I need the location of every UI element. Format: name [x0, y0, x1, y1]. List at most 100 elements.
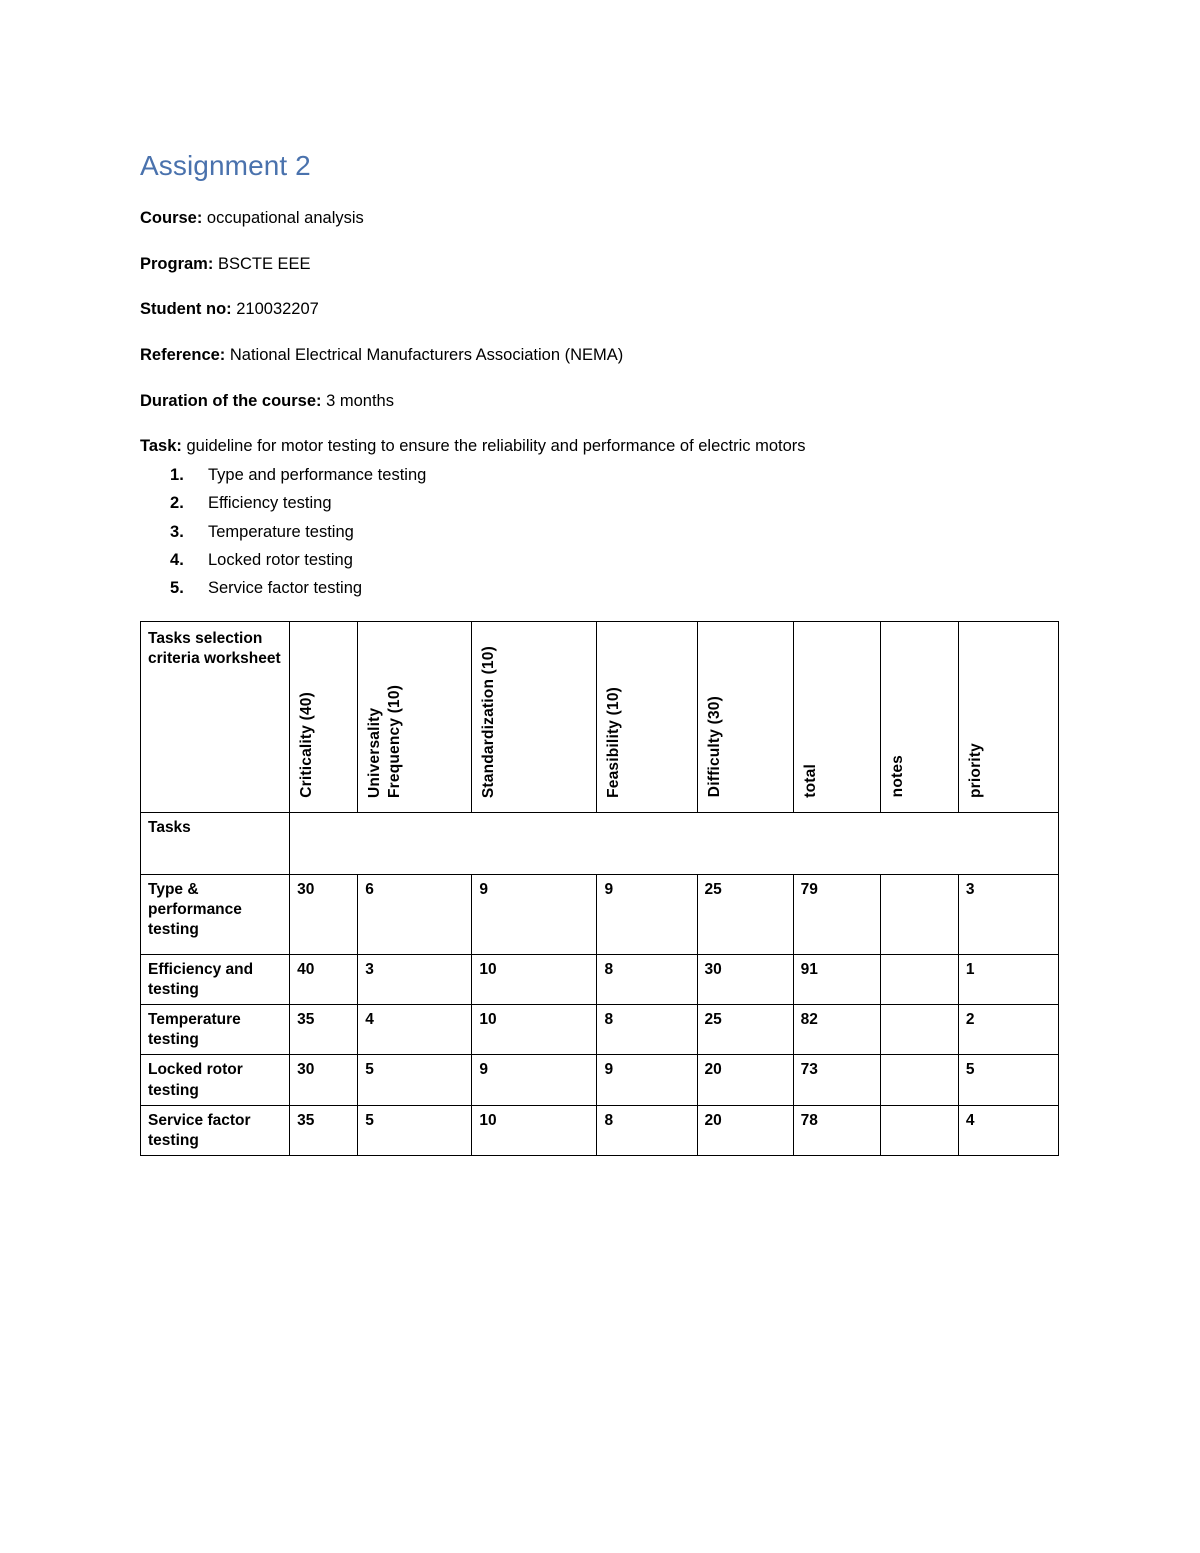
cell-universality: 5	[357, 1104, 473, 1156]
cell-notes	[879, 873, 959, 955]
cell-priority: 3	[957, 873, 1060, 955]
document-body: Assignment 2 Course: occupational analys…	[139, 150, 1060, 1156]
header-label-total: total	[801, 763, 819, 798]
cell-priority: 1	[957, 953, 1060, 1006]
header-label-standardization: Standardization (10)	[480, 645, 498, 798]
header-cell-total: total	[792, 620, 881, 813]
meta-value-duration: 3 months	[321, 391, 394, 410]
meta-label-program: Program:	[140, 254, 214, 273]
table-header-row: Tasks selection criteria worksheet Criti…	[139, 620, 1060, 813]
cell-priority: 4	[957, 1104, 1060, 1156]
cell-priority: 2	[957, 1004, 1060, 1056]
cell-total: 82	[792, 1004, 881, 1056]
cell-priority: 5	[957, 1054, 1060, 1106]
list-item: Efficiency testing	[170, 489, 332, 518]
meta-line-duration: Duration of the course: 3 months	[140, 391, 1060, 412]
list-item: Temperature testing	[170, 518, 354, 547]
meta-label-course: Course:	[140, 209, 203, 228]
cell-task-name: Temperature testing	[139, 1004, 291, 1056]
cell-difficulty: 25	[696, 1004, 794, 1056]
cell-universality: 3	[357, 953, 473, 1006]
header-cell-difficulty: Difficulty (30)	[696, 620, 794, 813]
meta-line-student-no: Student no: 210032207	[140, 299, 1060, 320]
header-cell-corner: Tasks selection criteria worksheet	[139, 620, 291, 813]
cell-criticality: 30	[289, 873, 359, 955]
table-row-tasks-divider: Tasks	[139, 811, 1059, 875]
cell-criticality: 40	[289, 953, 359, 1006]
cell-task-name: Type & performance testing	[139, 873, 291, 955]
cell-total: 79	[792, 873, 881, 955]
meta-line-course: Course: occupational analysis	[140, 208, 1060, 229]
meta-value-program: BSCTE EEE	[213, 254, 311, 273]
list-item: Type and performance testing	[170, 461, 427, 490]
cell-criticality: 35	[289, 1004, 359, 1056]
header-cell-criticality: Criticality (40)	[289, 620, 359, 813]
table-row: Service factor testing 35 5 10 8 20 78 4	[139, 1104, 1060, 1156]
table-row: Type & performance testing 30 6 9 9 25 7…	[139, 873, 1060, 955]
cell-criticality: 35	[289, 1104, 359, 1156]
tasks-selection-criteria-table: Tasks selection criteria worksheet Criti…	[139, 620, 1060, 1156]
tasks-divider-empty	[289, 811, 1059, 875]
header-cell-notes: notes	[879, 620, 959, 813]
header-label-criticality: Criticality (40)	[298, 691, 316, 798]
cell-feasibility: 9	[596, 873, 698, 955]
cell-difficulty: 25	[696, 873, 794, 955]
header-label-priority: priority	[966, 742, 984, 798]
tasks-divider-label: Tasks	[139, 811, 291, 875]
meta-line-reference: Reference: National Electrical Manufactu…	[140, 345, 1060, 366]
cell-difficulty: 20	[696, 1104, 794, 1156]
page-title: Assignment 2	[140, 150, 311, 181]
header-label-difficulty: Difficulty (30)	[705, 696, 723, 798]
cell-standardization: 10	[471, 1004, 598, 1056]
cell-universality: 6	[357, 873, 473, 955]
document-page: Assignment 2 Course: occupational analys…	[0, 0, 1200, 1553]
meta-label-duration: Duration of the course:	[140, 391, 322, 410]
cell-total: 78	[792, 1104, 881, 1156]
cell-task-name: Efficiency and testing	[139, 953, 291, 1006]
header-label-notes: notes	[888, 755, 906, 798]
cell-task-name: Locked rotor testing	[139, 1054, 291, 1106]
meta-value-student-no: 210032207	[231, 300, 319, 319]
cell-feasibility: 8	[596, 1004, 698, 1056]
cell-total: 91	[792, 953, 881, 1006]
cell-standardization: 10	[471, 953, 598, 1006]
cell-feasibility: 9	[596, 1054, 698, 1106]
task-value: guideline for motor testing to ensure th…	[181, 437, 806, 456]
header-label-universality: Universality Frequency (10)	[366, 684, 404, 798]
task-label: Task:	[140, 437, 182, 456]
header-label-feasibility: Feasibility (10)	[605, 686, 623, 798]
table-row: Efficiency and testing 40 3 10 8 30 91 1	[139, 953, 1060, 1006]
cell-feasibility: 8	[596, 953, 698, 1006]
meta-value-reference: National Electrical Manufacturers Associ…	[225, 346, 624, 365]
task-list: Type and performance testing Efficiency …	[140, 461, 1060, 603]
criteria-table-wrapper: Tasks selection criteria worksheet Criti…	[139, 620, 1060, 1156]
cell-notes	[879, 1054, 959, 1106]
header-cell-standardization: Standardization (10)	[471, 620, 598, 813]
cell-universality: 5	[357, 1054, 473, 1106]
meta-label-student-no: Student no:	[140, 300, 232, 319]
cell-task-name: Service factor testing	[139, 1104, 291, 1156]
table-row: Temperature testing 35 4 10 8 25 82 2	[139, 1004, 1060, 1056]
cell-difficulty: 30	[696, 953, 794, 1006]
cell-standardization: 9	[471, 873, 598, 955]
table-row: Locked rotor testing 30 5 9 9 20 73 5	[139, 1054, 1060, 1106]
cell-feasibility: 8	[596, 1104, 698, 1156]
meta-value-course: occupational analysis	[202, 209, 364, 228]
cell-notes	[879, 1104, 959, 1156]
cell-total: 73	[792, 1054, 881, 1106]
cell-notes	[879, 953, 959, 1006]
meta-line-program: Program: BSCTE EEE	[140, 254, 1060, 275]
cell-criticality: 30	[289, 1054, 359, 1106]
cell-universality: 4	[357, 1004, 473, 1056]
header-cell-priority: priority	[957, 620, 1060, 813]
list-item: Locked rotor testing	[170, 546, 353, 575]
header-cell-feasibility: Feasibility (10)	[596, 620, 698, 813]
meta-label-reference: Reference:	[140, 346, 226, 365]
cell-notes	[879, 1004, 959, 1056]
cell-standardization: 10	[471, 1104, 598, 1156]
task-description: Task: guideline for motor testing to ens…	[140, 436, 1060, 457]
header-cell-universality: Universality Frequency (10)	[357, 620, 473, 813]
cell-difficulty: 20	[696, 1054, 794, 1106]
list-item: Service factor testing	[170, 574, 363, 603]
cell-standardization: 9	[471, 1054, 598, 1106]
